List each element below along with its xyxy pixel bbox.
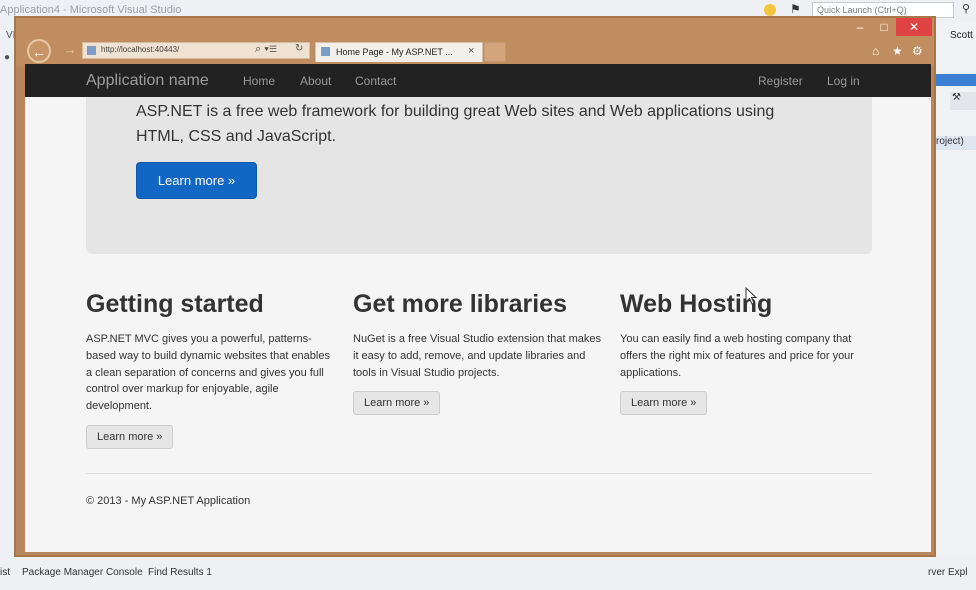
tab-find-results[interactable]: Find Results 1 xyxy=(148,567,212,578)
jumbotron: ASP.NET is a free web framework for buil… xyxy=(86,97,872,254)
browser-tab-home[interactable]: Home Page - My ASP.NET ... × xyxy=(315,42,483,62)
page-favicon-icon xyxy=(87,46,96,55)
jumbotron-lead: ASP.NET is a free web framework for buil… xyxy=(136,103,775,145)
quick-launch-search-icon[interactable]: ⚲ xyxy=(962,2,970,15)
refresh-icon[interactable]: ↻ xyxy=(295,43,303,54)
forward-button[interactable]: → xyxy=(58,39,82,63)
tab-favicon-icon xyxy=(321,47,330,56)
address-bar[interactable]: http://localhost:40443/ ⌕ ▾ ☰ ↻ xyxy=(82,42,310,59)
brand-link[interactable]: Application name xyxy=(86,72,209,90)
home-icon[interactable]: ⌂ xyxy=(872,44,879,58)
column-get-more-libraries: Get more libraries NuGet is a free Visua… xyxy=(353,289,603,416)
compatibility-view-icon[interactable]: ☰ xyxy=(269,44,277,55)
column-getting-started: Getting started ASP.NET MVC gives you a … xyxy=(86,289,336,449)
nav-login-link[interactable]: Log in xyxy=(827,74,860,88)
tab-error-list[interactable]: ist xyxy=(0,567,10,578)
solution-explorer-header xyxy=(936,74,976,86)
close-window-button[interactable]: ✕ xyxy=(896,18,932,36)
maximize-button[interactable]: □ xyxy=(874,18,894,36)
mouse-cursor-icon xyxy=(745,287,757,305)
search-dropdown-icon[interactable]: ⌕ ▾ xyxy=(255,43,269,56)
favorites-star-icon[interactable]: ★ xyxy=(892,44,903,58)
signed-in-user[interactable]: Scott xyxy=(950,30,973,41)
web-hosting-learn-more-button[interactable]: Learn more » xyxy=(620,391,708,416)
column-web-hosting: Web Hosting You can easily find a web ho… xyxy=(620,289,870,416)
new-tab-button[interactable] xyxy=(484,42,506,62)
column-heading: Get more libraries xyxy=(353,290,567,318)
address-url[interactable]: http://localhost:40443/ xyxy=(101,45,179,54)
vs-left-marker: ● xyxy=(4,52,11,63)
footer-divider xyxy=(86,473,872,474)
column-body: ASP.NET MVC gives you a powerful, patter… xyxy=(86,333,330,413)
browser-chrome: – □ ✕ ← → http://localhost:40443/ ⌕ ▾ ☰ … xyxy=(16,18,934,66)
page-footer: © 2013 - My ASP.NET Application xyxy=(86,495,251,507)
nav-register-link[interactable]: Register xyxy=(758,74,803,88)
site-navbar: Application name Home About Contact Regi… xyxy=(25,64,931,97)
nav-about-link[interactable]: About xyxy=(300,74,331,88)
nav-contact-link[interactable]: Contact xyxy=(355,74,396,88)
column-body: You can easily find a web hosting compan… xyxy=(620,333,854,379)
properties-tool-icon[interactable]: ⚒ xyxy=(950,92,976,110)
vs-bottom-tab-bar: ist Package Manager Console Find Results… xyxy=(0,557,976,590)
web-page: Application name Home About Contact Regi… xyxy=(25,64,931,552)
tab-server-explorer[interactable]: rver Expl xyxy=(928,567,967,578)
getting-started-learn-more-button[interactable]: Learn more » xyxy=(86,424,174,449)
notification-flag-icon[interactable]: ⚑ xyxy=(790,2,801,16)
browser-window: – □ ✕ ← → http://localhost:40443/ ⌕ ▾ ☰ … xyxy=(14,16,936,557)
minimize-button[interactable]: – xyxy=(850,18,870,36)
vs-window-title: Application4 - Microsoft Visual Studio xyxy=(0,4,182,16)
column-body: NuGet is a free Visual Studio extension … xyxy=(353,333,602,379)
solution-explorer-panel: Scott ⚒ roject) xyxy=(936,22,976,557)
column-heading: Getting started xyxy=(86,290,264,318)
tab-title: Home Page - My ASP.NET ... xyxy=(336,47,453,57)
back-button[interactable]: ← xyxy=(27,39,51,63)
feedback-smiley-icon[interactable] xyxy=(764,4,776,16)
project-node[interactable]: roject) xyxy=(936,136,976,150)
gear-icon[interactable]: ⚙ xyxy=(912,44,923,58)
tab-close-icon[interactable]: × xyxy=(468,45,474,57)
tab-package-manager-console[interactable]: Package Manager Console xyxy=(22,567,143,578)
libraries-learn-more-button[interactable]: Learn more » xyxy=(353,391,441,416)
nav-home-link[interactable]: Home xyxy=(243,74,275,88)
jumbotron-learn-more-button[interactable]: Learn more » xyxy=(136,162,257,199)
